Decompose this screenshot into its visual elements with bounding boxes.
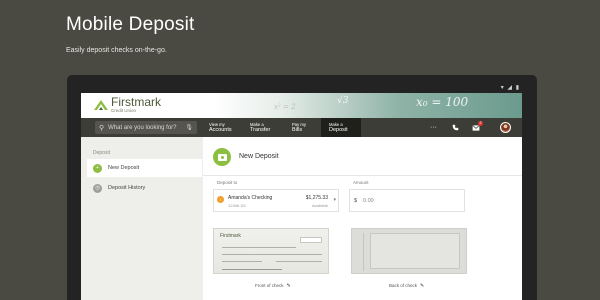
app-screen: x² = 2 √3 x₀ = 100 Firstmark Credit Unio… xyxy=(81,93,522,300)
sidebar-heading: Deposit xyxy=(93,150,110,156)
front-of-check-caption[interactable]: Front of check ✎ xyxy=(255,283,291,289)
page-subtitle: Easily deposit checks on-the-go. xyxy=(66,47,167,54)
check-back-image[interactable] xyxy=(351,228,467,274)
nav-view-accounts[interactable]: View my Accounts xyxy=(209,118,232,137)
amount-value: 0.00 xyxy=(363,198,374,204)
deposit-panel: New Deposit Deposit to ! Amanda's Checki… xyxy=(203,137,522,300)
page-title: Mobile Deposit xyxy=(66,14,195,35)
phone-icon xyxy=(452,124,459,131)
account-icon: ! xyxy=(217,196,224,203)
sidebar-item-label: New Deposit xyxy=(108,165,140,171)
nav-make-deposit[interactable]: Make a Deposit xyxy=(321,118,361,137)
avatar[interactable] xyxy=(500,122,511,133)
amount-input[interactable]: $ 0.00 xyxy=(349,189,465,212)
more-button[interactable]: ··· xyxy=(430,118,437,137)
check-back-field xyxy=(370,233,460,269)
phone-button[interactable] xyxy=(452,118,459,137)
sidebar-item-label: Deposit History xyxy=(108,185,146,191)
search-placeholder: What are you looking for? xyxy=(108,124,177,131)
check-amount-box xyxy=(300,237,322,243)
nav-item-label: Accounts xyxy=(209,127,232,133)
logo-name: Firstmark xyxy=(111,95,161,109)
panel-title: New Deposit xyxy=(239,153,279,160)
check-line xyxy=(222,247,296,248)
chalk-formula: √3 xyxy=(337,96,349,106)
chevron-down-icon: ▾ xyxy=(333,197,336,203)
amount-label: Amount xyxy=(353,180,369,185)
account-available: Available xyxy=(311,203,328,208)
firstmark-logo[interactable]: Firstmark Credit Union xyxy=(93,96,161,114)
pencil-icon: ✎ xyxy=(420,283,425,289)
nav-item-label: Transfer xyxy=(250,127,271,133)
check-micr-line xyxy=(222,269,282,270)
deposit-to-label: Deposit to xyxy=(217,180,238,185)
mail-badge: 2 xyxy=(478,121,483,126)
caption-text: Front of check xyxy=(255,283,284,288)
search-icon: ⚲ xyxy=(99,124,105,132)
logo-mark-icon xyxy=(94,100,108,110)
check-line xyxy=(222,254,322,255)
account-select[interactable]: ! Amanda's Checking 12456-3/1 $1,275.33 … xyxy=(213,189,339,212)
sidebar: Deposit + New Deposit ◷ Deposit History xyxy=(81,137,203,300)
pencil-icon: ✎ xyxy=(286,283,291,289)
divider xyxy=(203,175,522,176)
account-balance: $1,275.33 xyxy=(305,195,328,201)
check-line xyxy=(276,261,322,262)
camera-icon xyxy=(213,148,231,166)
search-input[interactable]: ⚲ What are you looking for? 🎙 xyxy=(95,121,197,134)
brand-banner: x² = 2 √3 x₀ = 100 Firstmark Credit Unio… xyxy=(81,93,522,118)
nav-make-transfer[interactable]: Make a Transfer xyxy=(250,118,270,137)
nav-item-label: Bills xyxy=(292,127,303,133)
check-endorse-strip xyxy=(356,233,364,271)
nav-item-label: Deposit xyxy=(329,127,348,133)
sidebar-item-new-deposit[interactable]: + New Deposit xyxy=(87,159,202,177)
sidebar-item-deposit-history[interactable]: ◷ Deposit History xyxy=(87,179,202,197)
microphone-icon[interactable]: 🎙 xyxy=(185,124,193,131)
account-name: Amanda's Checking xyxy=(228,195,273,201)
back-of-check-caption[interactable]: Back of check ✎ xyxy=(389,283,424,289)
currency-symbol: $ xyxy=(354,198,358,204)
check-logo: Firstmark xyxy=(220,233,241,239)
more-icon: ··· xyxy=(430,124,437,131)
status-icons: ▾ ◢ ▮ xyxy=(500,85,520,91)
main-nav: ⚲ What are you looking for? 🎙 View my Ac… xyxy=(81,118,522,137)
nav-pay-bills[interactable]: Pay my Bills xyxy=(292,118,306,137)
check-line xyxy=(222,261,262,262)
caption-text: Back of check xyxy=(389,283,418,288)
check-front-image[interactable]: Firstmark xyxy=(213,228,329,274)
account-number: 12456-3/1 xyxy=(228,203,247,208)
history-icon: ◷ xyxy=(93,183,102,193)
status-bar: ▾ ◢ ▮ xyxy=(81,84,522,93)
chalk-formula: x₀ = 100 xyxy=(416,95,469,109)
plus-circle-icon: + xyxy=(93,163,102,173)
chalk-formula: x² = 2 xyxy=(274,103,296,111)
